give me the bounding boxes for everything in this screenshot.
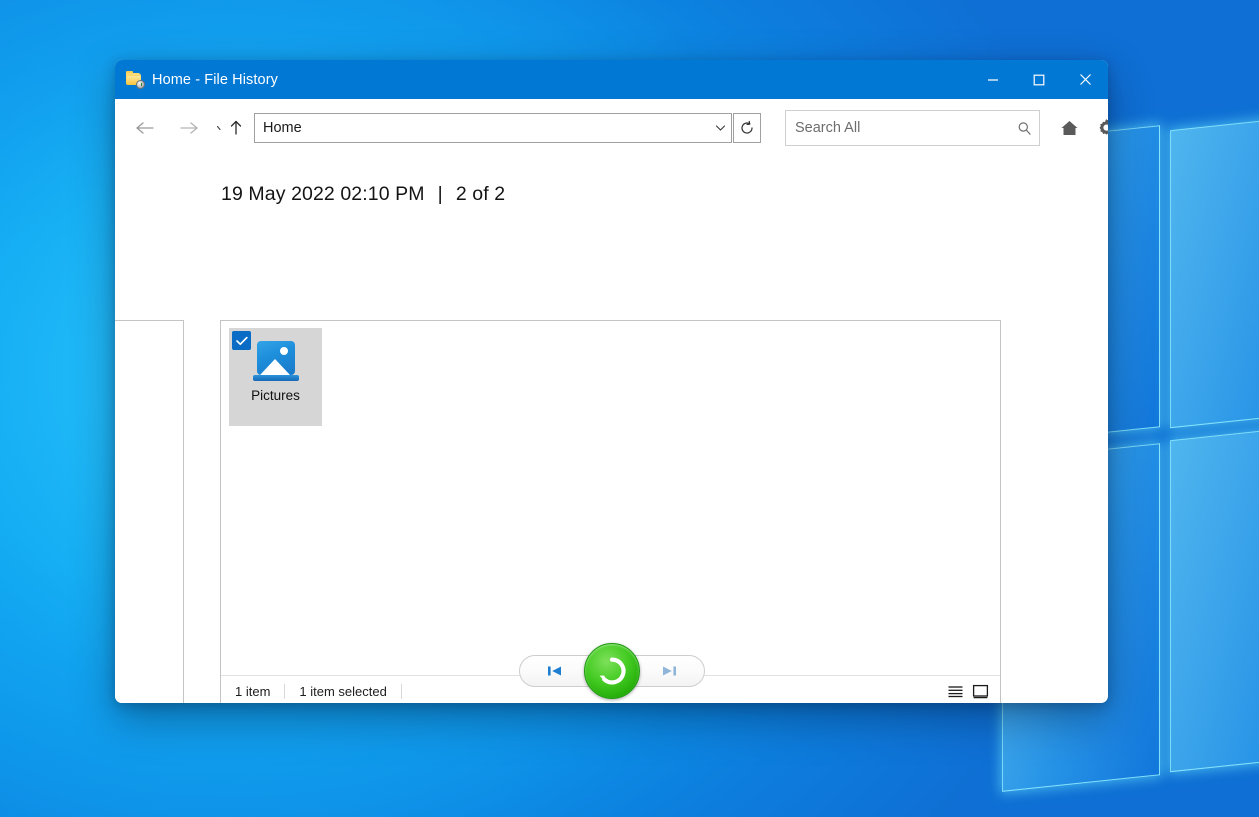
up-arrow-icon[interactable] [227, 112, 245, 144]
previous-version-button[interactable] [518, 655, 591, 687]
desktop-background: Home - File History Home Search All 19 M… [0, 0, 1259, 817]
content-area: Pictures 1 item 1 item selected [115, 206, 1108, 703]
maximize-button[interactable] [1016, 60, 1062, 99]
window-title: Home - File History [152, 71, 278, 88]
recent-locations-chevron-icon[interactable] [213, 112, 227, 144]
search-input[interactable] [786, 119, 1009, 137]
navigation-toolbar: Home [115, 99, 1108, 157]
logo-pane-bottom-right [1170, 413, 1259, 773]
folder-history-icon [126, 71, 145, 89]
close-button[interactable] [1062, 60, 1108, 99]
restore-button[interactable] [583, 643, 640, 699]
file-history-window: Home - File History Home Search All 19 M… [115, 60, 1108, 703]
version-header: 19 May 2022 02:10 PM | 2 of 2 [115, 157, 1108, 206]
search-box[interactable] [785, 110, 1040, 146]
back-arrow-icon[interactable] [129, 112, 161, 144]
restore-icon [599, 657, 626, 685]
version-position: 2 of 2 [455, 183, 506, 205]
next-version-icon [662, 666, 676, 676]
item-checkbox[interactable] [232, 331, 251, 350]
address-bar[interactable]: Home [254, 113, 732, 143]
version-timestamp: 19 May 2022 02:10 PM [221, 183, 425, 205]
window-controls [970, 60, 1108, 99]
list-item[interactable]: Pictures [229, 328, 322, 426]
chevron-down-icon[interactable] [709, 114, 731, 142]
version-separator: | [437, 183, 443, 205]
gear-icon[interactable] [1091, 113, 1108, 143]
list-item-label: Pictures [251, 388, 300, 403]
pictures-folder-icon [252, 341, 299, 383]
minimize-button[interactable] [970, 60, 1016, 99]
version-navigation-controls [115, 643, 1108, 699]
previous-version-icon [547, 666, 561, 676]
search-icon[interactable] [1009, 121, 1039, 136]
next-version-button[interactable] [632, 655, 705, 687]
home-icon[interactable] [1054, 113, 1084, 143]
file-grid: Pictures [221, 321, 1000, 675]
logo-pane-top-right [1170, 103, 1259, 429]
title-bar: Home - File History [115, 60, 1108, 99]
forward-arrow-icon[interactable] [173, 112, 205, 144]
address-bar-path: Home [263, 120, 302, 136]
refresh-icon[interactable] [733, 113, 761, 143]
